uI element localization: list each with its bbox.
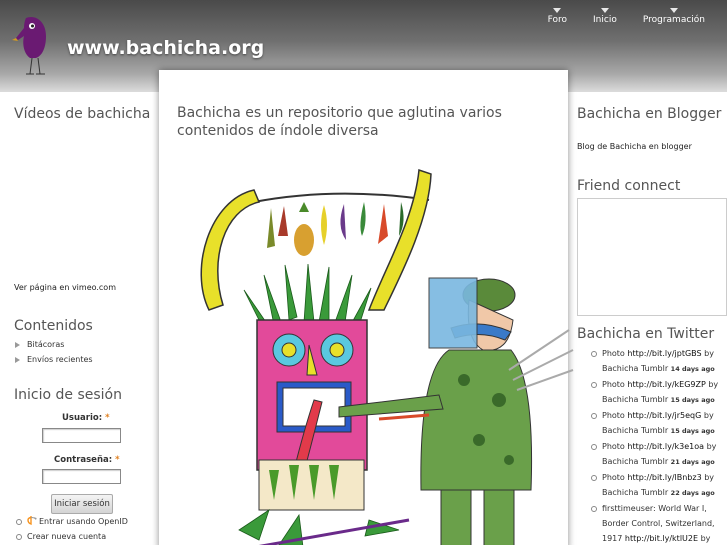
tweet-item: Photo http://bit.ly/jptGBS by Bachicha T… bbox=[589, 346, 719, 377]
login-button[interactable]: Iniciar sesión bbox=[51, 494, 113, 514]
openid-link[interactable]: Entrar usando OpenID bbox=[14, 514, 128, 529]
tweet-time[interactable]: 22 days ago bbox=[671, 489, 715, 497]
contents-list: Bitácoras Envíos recientes bbox=[14, 337, 93, 367]
tweet-link[interactable]: http://bit.ly/jptGBS bbox=[627, 349, 701, 358]
twitter-block-title: Bachicha en Twitter bbox=[577, 326, 715, 342]
site-name[interactable]: www.bachicha.org bbox=[67, 37, 264, 59]
contents-item-envios[interactable]: Envíos recientes bbox=[14, 352, 93, 367]
tweet-item: Photo http://bit.ly/k3e1oa by Bachicha T… bbox=[589, 439, 719, 470]
tweet-time[interactable]: 15 days ago bbox=[671, 396, 715, 404]
tweet-item: firsttimeuser: World War I, Border Contr… bbox=[589, 501, 719, 545]
friend-connect-title: Friend connect bbox=[577, 178, 681, 194]
tweet-link[interactable]: http://bit.ly/ktlU2E bbox=[625, 534, 698, 543]
password-label: Contraseña: * bbox=[54, 455, 120, 465]
tweet-time[interactable]: 21 days ago bbox=[671, 458, 715, 466]
blogger-block-title: Bachicha en Blogger bbox=[577, 106, 722, 122]
login-block-title: Inicio de sesión bbox=[14, 387, 122, 403]
page: { "header": { "site_name": "www.bachicha… bbox=[0, 0, 727, 545]
tweet-item: Photo http://bit.ly/jr5eqG by Bachicha T… bbox=[589, 408, 719, 439]
openid-icon bbox=[27, 516, 37, 525]
create-account-link[interactable]: Crear nueva cuenta bbox=[14, 529, 128, 544]
intro-text: Bachicha es un repositorio que aglutina … bbox=[177, 105, 502, 139]
tweet-time[interactable]: 14 days ago bbox=[671, 365, 715, 373]
nav-programacion[interactable]: Programación bbox=[643, 8, 705, 25]
tweet-link[interactable]: http://bit.ly/jr5eqG bbox=[627, 411, 701, 420]
username-label: Usuario: * bbox=[62, 413, 110, 423]
tweet-link[interactable]: http://bit.ly/k3e1oa bbox=[627, 442, 704, 451]
username-input[interactable] bbox=[42, 428, 121, 443]
contents-item-bitacoras[interactable]: Bitácoras bbox=[14, 337, 93, 352]
contents-block-title: Contenidos bbox=[14, 318, 93, 334]
friend-connect-widget[interactable] bbox=[577, 198, 727, 316]
tweet-link[interactable]: http://bit.ly/kEG9ZP bbox=[627, 380, 705, 389]
illustration-image bbox=[200, 168, 574, 545]
password-input[interactable] bbox=[42, 469, 121, 484]
tweet-link[interactable]: http://bit.ly/lBnbz3 bbox=[627, 473, 701, 482]
bird-logo-icon[interactable] bbox=[12, 14, 56, 80]
main-content: Bachicha es un repositorio que aglutina … bbox=[159, 70, 574, 545]
nav-inicio[interactable]: Inicio bbox=[593, 8, 617, 25]
tweet-item: Photo http://bit.ly/kEG9ZP by Bachicha T… bbox=[589, 377, 719, 408]
required-mark: * bbox=[115, 455, 120, 465]
tweet-item: Photo http://bit.ly/lBnbz3 by Bachicha T… bbox=[589, 470, 719, 501]
required-mark: * bbox=[105, 413, 110, 423]
top-navigation: Foro Inicio Programación bbox=[548, 8, 705, 25]
blogger-link[interactable]: Blog de Bachicha en blogger bbox=[577, 142, 692, 151]
videos-block-title: Vídeos de bachicha bbox=[14, 106, 151, 122]
tweet-list: Photo http://bit.ly/jptGBS by Bachicha T… bbox=[589, 346, 719, 545]
login-links: Entrar usando OpenID Crear nueva cuenta bbox=[14, 514, 128, 544]
nav-foro[interactable]: Foro bbox=[548, 8, 567, 25]
tweet-time[interactable]: 15 days ago bbox=[671, 427, 715, 435]
vimeo-link[interactable]: Ver página en vimeo.com bbox=[14, 283, 116, 292]
